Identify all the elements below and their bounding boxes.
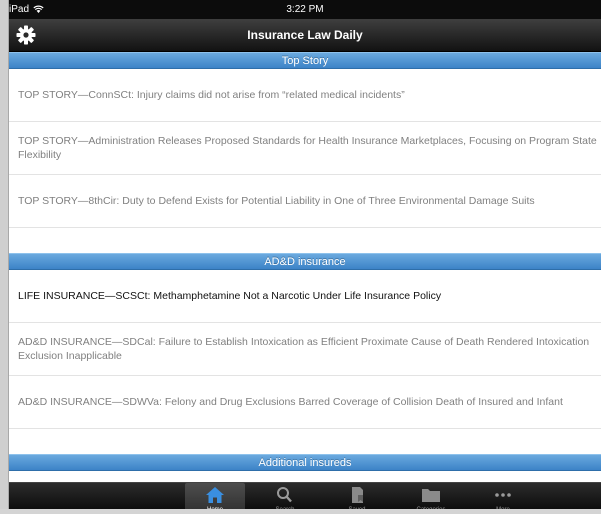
list-item[interactable]: TOP STORY—Administration Releases Propos… [9, 122, 601, 175]
device-frame-left [0, 0, 9, 514]
story-list: Top Story TOP STORY—ConnSCt: Injury clai… [9, 52, 601, 482]
list-item[interactable]: AD&D INSURANCE—SDWVa: Felony and Drug Ex… [9, 376, 601, 429]
saved-icon [352, 487, 363, 503]
list-item-title: TOP STORY—8thCir: Duty to Defend Exists … [18, 195, 535, 207]
status-time: 3:22 PM [286, 4, 324, 15]
list-item-title: AD&D INSURANCE—SDCal: Failure to Establi… [18, 336, 590, 362]
list-item[interactable]: LIFE INSURANCE—SCSCt: Methamphetamine No… [9, 270, 601, 323]
section-header-additional-insureds: Additional insureds [9, 454, 601, 471]
list-item[interactable]: AD&D INSURANCE—SDCal: Failure to Establi… [9, 323, 601, 376]
section-header-top-story: Top Story [9, 52, 601, 69]
search-icon [277, 487, 292, 503]
list-item[interactable]: TOP STORY—ConnSCt: Injury claims did not… [9, 69, 601, 122]
status-bar: iPad 3:22 PM [9, 0, 601, 19]
folder-icon [422, 489, 440, 502]
list-item-title: TOP STORY—Administration Releases Propos… [18, 135, 597, 161]
section-header-add-insurance: AD&D insurance [9, 253, 601, 270]
nav-bar: Insurance Law Daily [9, 19, 601, 52]
list-item[interactable]: TOP STORY—8thCir: Duty to Defend Exists … [9, 175, 601, 228]
list-item-title: TOP STORY—ConnSCt: Injury claims did not… [18, 89, 405, 101]
more-icon [495, 493, 511, 497]
list-item-title: AD&D INSURANCE—SDWVa: Felony and Drug Ex… [18, 396, 563, 408]
list-item-title: LIFE INSURANCE—SCSCt: Methamphetamine No… [18, 290, 442, 302]
home-icon [206, 487, 224, 503]
device-frame-bottom [0, 509, 601, 514]
page-title: Insurance Law Daily [247, 28, 363, 42]
